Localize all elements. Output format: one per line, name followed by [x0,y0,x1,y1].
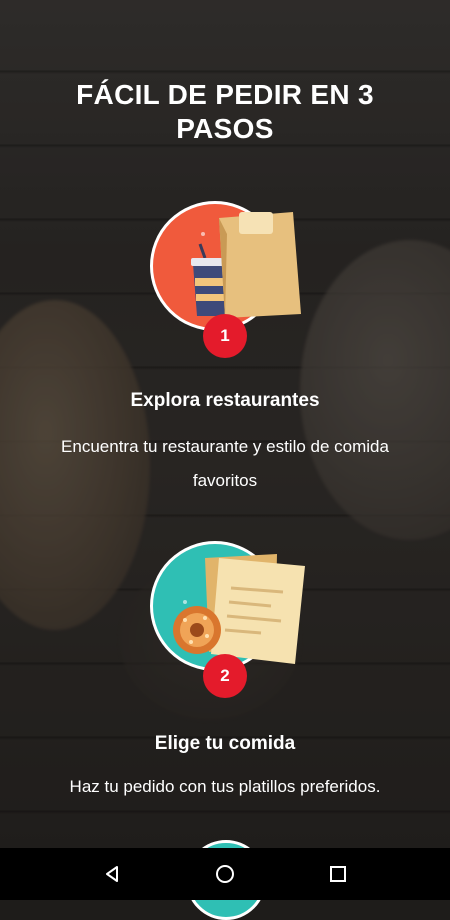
step-1-badge: 1 [203,314,247,358]
back-icon [106,866,118,882]
android-nav-bar [0,848,450,900]
back-button[interactable] [82,848,142,900]
step-2-icon: 2 [145,536,305,698]
step-2-badge: 2 [203,654,247,698]
step-2-description: Haz tu pedido con tus platillos preferid… [69,777,381,796]
recents-icon [330,866,346,882]
step-1-description: Encuentra tu restaurante y estilo de com… [61,437,389,490]
step-2-title: Elige tu comida [154,733,296,754]
steps-onboarding: FÁCIL DE PEDIR EN 3 PASOS 1 Explora rest… [0,0,450,920]
home-icon [216,865,234,883]
home-button[interactable] [195,848,255,900]
step-1-icon: 1 [145,196,305,358]
page-title: FÁCIL DE PEDIR EN 3 PASOS [76,79,374,144]
step-1-title: Explora restaurantes [130,390,320,411]
recents-button[interactable] [308,848,368,900]
